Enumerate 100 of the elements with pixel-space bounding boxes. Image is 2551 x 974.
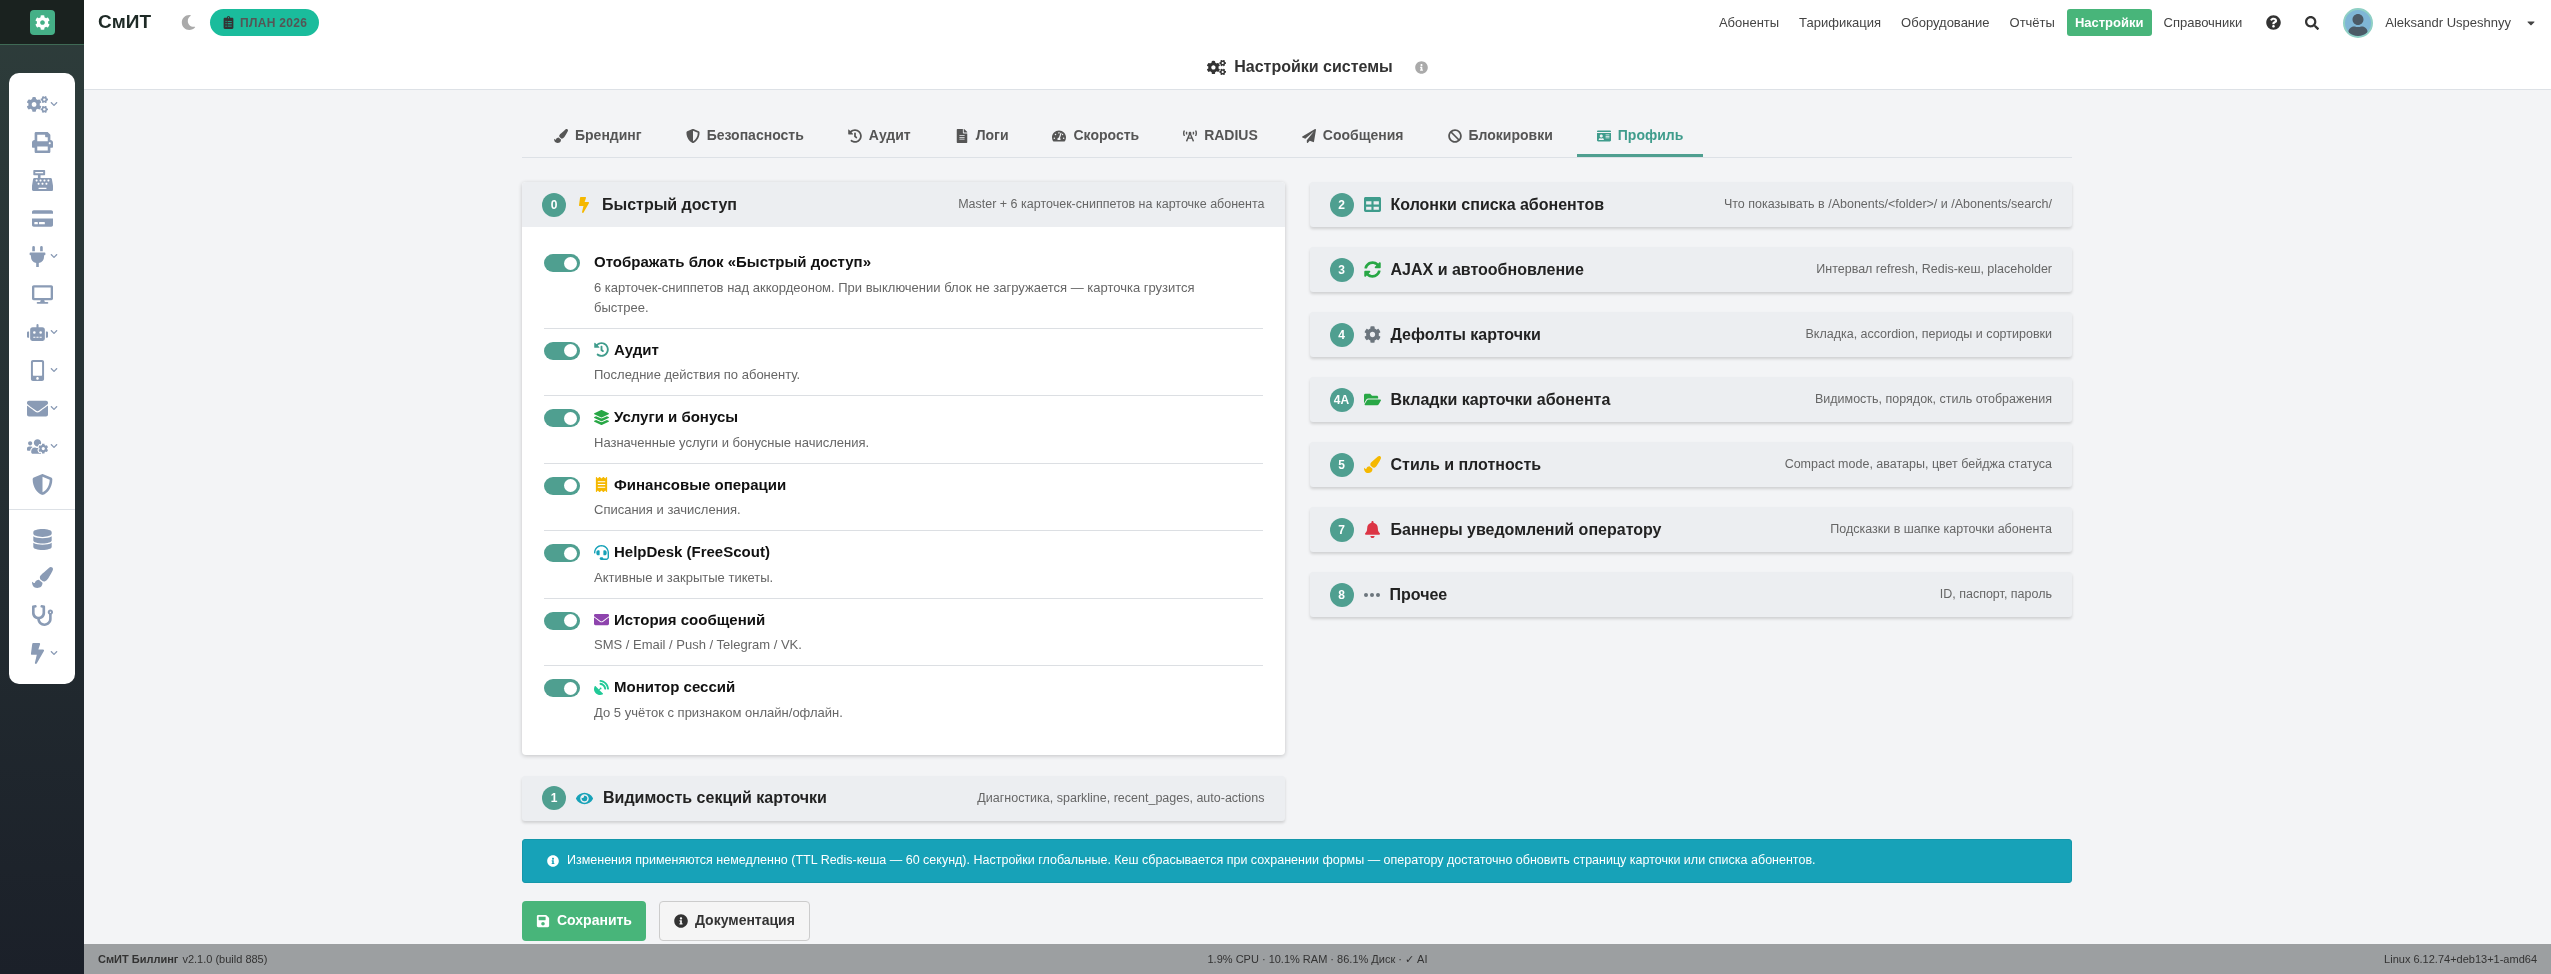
section-title: AJAX и автообновление [1390,259,1584,280]
brush-icon [554,128,568,143]
tab[interactable]: Безопасность [665,114,824,157]
tab[interactable]: Скорость [1032,114,1160,157]
shield-icon [31,473,53,495]
tab[interactable]: Аудит [827,114,931,157]
system-info: Linux 6.12.74+deb13+1-amd64 [2384,951,2537,967]
setting-description: Списания и зачисления. [594,501,742,519]
chevron-icon [49,649,58,657]
section-header[interactable]: 4 Дефолты карточки Вкладка, accordion, периоды и сортировки [1309,312,2072,357]
robot-icon [26,321,48,343]
printer-icon [31,131,53,153]
monitor-icon [31,283,53,305]
moon-icon[interactable] [181,15,197,30]
documentation-button[interactable]: Документация [658,900,810,941]
toggle-switch[interactable] [544,476,580,495]
envelope-icon [594,612,609,628]
lightning-icon [576,196,592,213]
page-title: Настройки системы [1234,57,1393,77]
history-icon [594,342,609,358]
tab[interactable]: Сообщения [1281,114,1424,157]
info-icon [547,854,559,867]
tab[interactable]: Брендинг [534,114,662,157]
gears-icon [1207,57,1227,77]
section-number: 1 [542,786,566,810]
system-metrics: 1.9% CPU · 10.1% RAM · 86.1% Диск · ✓ AI [1207,951,1428,967]
setting-title: Финансовые операции [614,474,787,495]
ban-icon [1447,128,1462,143]
chevron-icon [49,442,58,450]
section-summary: Подсказки в шапке карточки абонента [1830,521,2052,539]
avatar[interactable] [2343,7,2374,38]
setting-description: До 5 учёток с признаком онлайн/офлайн. [594,703,843,722]
gear-icon [1363,326,1381,343]
section-title: Баннеры уведомлений оператору [1390,519,1662,540]
gears-icon [26,93,48,115]
product-name: СмИТ Биллинг [98,951,179,967]
setting-description: 6 карточек-сниппетов над аккордеоном. При выключении блок не загружается — карточка грузится быстрее. [594,278,1196,317]
section-header[interactable]: 4A Вкладки карточки абонента Видимость, порядок, стиль отображения [1309,377,2072,422]
nav-link[interactable]: Тарификация [1791,8,1890,37]
setting-title: Отображать блок «Быстрый доступ» [594,252,871,272]
tab[interactable]: Логи [934,114,1029,157]
tab[interactable]: Блокировки [1427,114,1573,157]
setting-title: История сообщений [614,609,766,630]
setting-description: SMS / Email / Push / Telegram / VK. [594,636,802,654]
help-icon[interactable] [2266,15,2282,30]
bell-icon [1363,521,1381,538]
section-header[interactable]: 5 Стиль и плотность Compact mode, аватары, цвет бейджа статуса [1309,442,2072,487]
headset-icon [594,544,609,560]
setting-title: Монитор сессий [614,677,736,697]
shield-icon [685,128,700,143]
toggle-switch[interactable] [544,409,580,427]
section-header[interactable]: 1 Видимость секций карточки Диагностика, sparkline, recent_pages, auto-actions [522,775,1285,821]
toggle-switch[interactable] [544,611,580,630]
version-text: v2.1.0 (build 885) [182,951,268,967]
nav-link[interactable]: Оборудование [1893,8,1998,37]
section-header[interactable]: 8 Прочее ID, паспорт, пароль [1309,572,2072,617]
table-icon [1363,196,1381,213]
setting-description: Назначенные услуги и бонусные начисления. [594,433,870,452]
section-summary: Master + 6 карточек-сниппетов на карточке абонента [958,196,1265,214]
toggle-switch[interactable] [544,679,580,697]
tab[interactable]: RADIUS [1163,114,1278,157]
cash-register-icon [31,169,53,191]
section-title: Вкладки карточки абонента [1390,389,1611,410]
folder-icon [1363,391,1381,408]
user-name[interactable]: Aleksandr Uspeshnyy [2385,12,2511,33]
section-header[interactable]: 0 Быстрый доступ Master + 6 карточек-сниппетов на карточке абонента [522,182,1285,227]
section-header[interactable]: 2 Колонки списка абонентов Что показывать в /Abonents/<folder>/ и /Abonents/search/ [1309,182,2072,227]
section-header[interactable]: 3 AJAX и автообновление Интервал refresh, Redis-кеш, placeholder [1309,247,2072,292]
person-icon [2347,13,2370,36]
gear-icon [34,14,50,30]
chevron-icon [49,366,58,374]
history-icon [847,128,862,143]
chevron-icon [49,404,58,412]
setting-description: Последние действия по абоненту. [594,366,801,384]
nav-link[interactable]: Справочники [2155,8,2251,37]
logo-icon[interactable] [29,9,55,35]
nav-link[interactable]: Отчёты [2001,8,2063,37]
alert-text: Изменения применяются немедленно (TTL Redis-кеша — 60 секунд). Настройки глобальные. Кеш сбрасывается при сохранении формы — оператору достаточно обновить страницу карточки или списка абонентов. [567,852,1816,870]
section-number: 7 [1329,517,1354,542]
section-header[interactable]: 7 Баннеры уведомлений оператору Подсказки в шапке карточки абонента [1309,507,2072,552]
section-number: 3 [1329,257,1354,282]
chevron-icon [49,328,58,336]
credit-card-icon [31,207,53,229]
database-icon [31,528,53,550]
setting-description: Активные и закрытые тикеты. [594,568,774,587]
nav-link[interactable]: Абоненты [1710,8,1788,37]
gauge-icon [1052,128,1067,143]
toggle-switch[interactable] [544,544,580,562]
section-number: 2 [1329,192,1354,217]
id-card-icon [1596,128,1611,143]
section-summary: Видимость, порядок, стиль отображения [1814,391,2052,409]
search-icon[interactable] [2305,15,2320,30]
section-number: 0 [542,192,566,217]
info-icon[interactable] [1414,60,1428,74]
toggle-switch[interactable] [544,341,580,360]
paper-plane-icon [1301,128,1316,143]
toggle-switch[interactable] [544,254,580,272]
chevron-icon [49,252,58,260]
section-summary: Вкладка, accordion, периоды и сортировки [1805,326,2052,344]
brand-name[interactable]: СмИТ [98,8,152,37]
